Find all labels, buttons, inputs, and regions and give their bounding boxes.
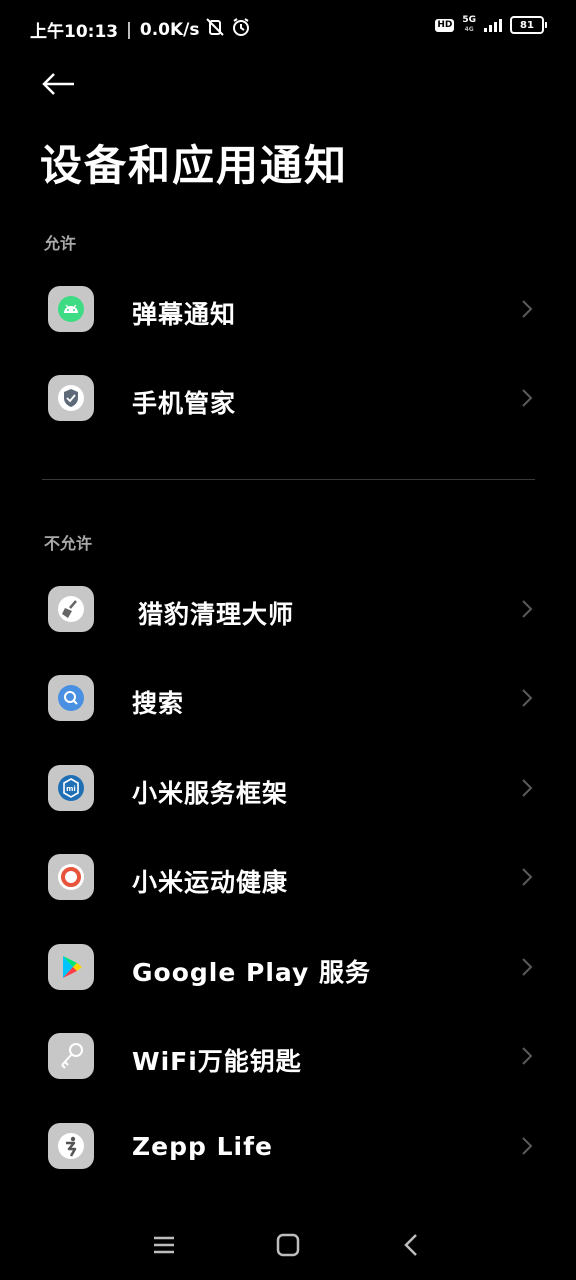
key-icon [48,1033,94,1079]
list-item-label: 小米运动健康 [132,868,289,897]
list-item-wifi-key[interactable]: WiFi万能钥匙 [0,1011,576,1101]
list-item-label: Zepp Life [132,1132,273,1161]
list-item-danmu-notification[interactable]: 弹幕通知 [0,264,576,354]
network-type: 5G [462,15,476,25]
play-icon [48,944,94,990]
broom-icon [48,586,94,632]
list-item-google-play-services[interactable]: Google Play 服务 [0,922,576,1012]
list-item-label: WiFi万能钥匙 [132,1047,302,1076]
chevron-right-icon [522,389,533,407]
list-item-mi-fitness[interactable]: 小米运动健康 [0,832,576,922]
list-item-label: 弹幕通知 [132,300,237,329]
signal-icon [484,18,502,32]
chevron-right-icon [522,1047,533,1065]
svg-text:mi: mi [66,785,76,793]
home-button[interactable] [273,1230,303,1260]
home-square-icon [276,1233,300,1257]
ring-icon [48,854,94,900]
section-header-allowed: 允许 [44,234,77,253]
list-item-search[interactable]: 搜索 [0,653,576,743]
alarm-icon [231,17,251,42]
back-button[interactable] [40,68,80,100]
chevron-right-icon [522,600,533,618]
mi-icon: mi [48,765,94,811]
status-bar: 上午10:13 | 0.0K/s HD 5G 4G 81 [0,0,576,56]
status-right: HD 5G 4G 81 [435,16,547,34]
list-item-label: 搜索 [132,689,185,718]
list-item-label: 猎豹清理大师 [138,600,295,629]
navigation-bar [0,1210,576,1280]
shield-icon [48,375,94,421]
menu-icon [154,1236,174,1254]
status-net-speed: 0.0K/s [139,19,200,40]
list-item-label: 手机管家 [132,389,237,418]
chevron-right-icon [522,1137,533,1155]
zepp-icon [48,1123,94,1169]
recent-apps-button[interactable] [149,1230,179,1260]
vibrate-off-icon [205,17,225,42]
hd-badge: HD [435,18,455,32]
list-item-xiaomi-service-framework[interactable]: mi 小米服务框架 [0,743,576,833]
android-icon [48,286,94,332]
network-sub-type: 4G [464,26,474,33]
list-item-phone-manager[interactable]: 手机管家 [0,353,576,443]
list-item-zepp-life[interactable]: Zepp Life [0,1101,576,1191]
battery-icon: 81 [510,16,547,34]
chevron-right-icon [522,868,533,886]
chevron-right-icon [522,300,533,318]
status-time: 上午10:13 [30,22,119,42]
section-divider [42,479,535,480]
chevron-right-icon [522,779,533,797]
nav-back-button[interactable] [397,1230,427,1260]
chevron-right-icon [522,689,533,707]
battery-level: 81 [520,19,534,31]
list-item-label: Google Play 服务 [132,958,371,987]
page-title: 设备和应用通知 [40,141,349,190]
chevron-right-icon [522,958,533,976]
status-separator: | [126,19,132,40]
network-indicator: 5G 4G [462,16,476,34]
back-arrow-icon [42,73,74,95]
list-item-label: 小米服务框架 [132,779,289,808]
status-left: 上午10:13 | 0.0K/s [30,17,251,42]
list-item-cleaner[interactable]: 猎豹清理大师 [0,564,576,654]
chevron-left-icon [404,1234,417,1256]
section-header-not-allowed: 不允许 [44,534,93,553]
search-icon [48,675,94,721]
